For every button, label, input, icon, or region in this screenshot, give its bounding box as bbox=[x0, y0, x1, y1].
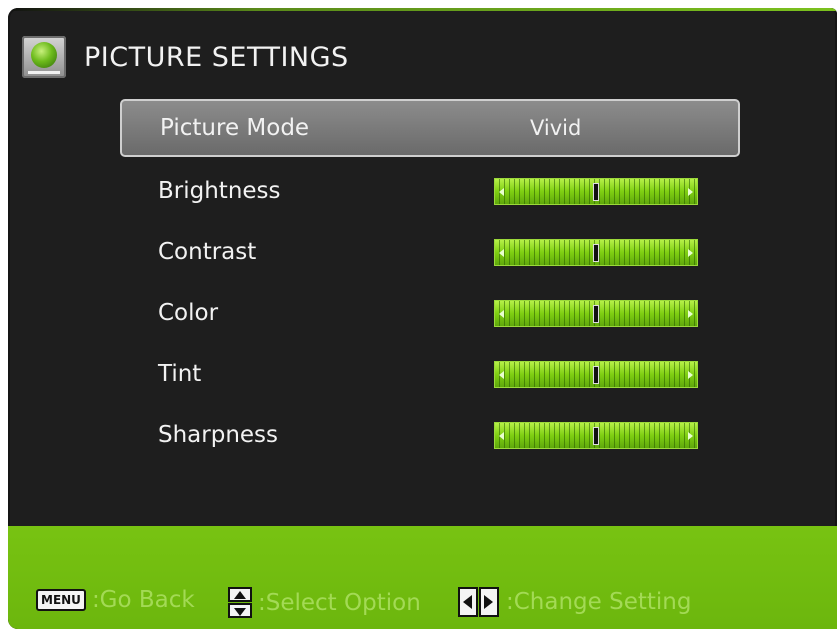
sharpness-slider[interactable] bbox=[494, 422, 698, 449]
contrast-label: Contrast bbox=[158, 239, 257, 265]
slider-thumb[interactable] bbox=[593, 244, 599, 262]
go-back-text: :Go Back bbox=[91, 587, 195, 613]
slider-right-arrow-icon bbox=[688, 371, 693, 379]
slider-right-arrow-icon bbox=[688, 188, 693, 196]
slider-thumb[interactable] bbox=[593, 366, 599, 384]
contrast-slider[interactable] bbox=[494, 239, 698, 266]
left-right-key-icon bbox=[458, 587, 500, 617]
slider-left-arrow-icon bbox=[499, 371, 504, 379]
change-setting-hint: :Change Setting bbox=[458, 587, 691, 617]
tint-row[interactable]: Tint bbox=[120, 345, 740, 403]
select-option-text: :Select Option bbox=[258, 590, 421, 616]
picture-mode-value: Vivid bbox=[530, 116, 582, 140]
picture-mode-row[interactable]: Picture Mode Vivid bbox=[120, 99, 740, 157]
menu-key-icon: MENU bbox=[36, 589, 86, 611]
select-option-hint: :Select Option bbox=[228, 587, 421, 619]
slider-left-arrow-icon bbox=[499, 249, 504, 257]
picture-settings-panel: PICTURE SETTINGS Picture Mode Vivid Brig… bbox=[8, 8, 837, 629]
slider-right-arrow-icon bbox=[688, 310, 693, 318]
sharpness-row[interactable]: Sharpness bbox=[120, 406, 740, 464]
picture-mode-label: Picture Mode bbox=[160, 115, 310, 141]
page-title: PICTURE SETTINGS bbox=[84, 41, 349, 73]
panel-header: PICTURE SETTINGS bbox=[22, 34, 349, 80]
color-label: Color bbox=[158, 300, 219, 326]
brightness-row[interactable]: Brightness bbox=[120, 162, 740, 220]
go-back-hint: MENU :Go Back bbox=[36, 587, 195, 613]
slider-left-arrow-icon bbox=[499, 188, 504, 196]
slider-right-arrow-icon bbox=[688, 249, 693, 257]
sharpness-label: Sharpness bbox=[158, 422, 279, 448]
slider-thumb[interactable] bbox=[593, 427, 599, 445]
tv-picture-icon bbox=[22, 36, 66, 78]
slider-left-arrow-icon bbox=[499, 310, 504, 318]
change-setting-text: :Change Setting bbox=[506, 589, 692, 615]
tint-slider[interactable] bbox=[494, 361, 698, 388]
slider-thumb[interactable] bbox=[593, 183, 599, 201]
brightness-slider[interactable] bbox=[494, 178, 698, 205]
slider-left-arrow-icon bbox=[499, 432, 504, 440]
color-row[interactable]: Color bbox=[120, 284, 740, 342]
up-down-key-icon bbox=[228, 587, 252, 619]
key-hint-bar: MENU :Go Back :Select Option :Change Set… bbox=[8, 526, 837, 629]
slider-thumb[interactable] bbox=[593, 305, 599, 323]
color-slider[interactable] bbox=[494, 300, 698, 327]
contrast-row[interactable]: Contrast bbox=[120, 223, 740, 281]
brightness-label: Brightness bbox=[158, 178, 281, 204]
tint-label: Tint bbox=[158, 361, 202, 387]
slider-right-arrow-icon bbox=[688, 432, 693, 440]
